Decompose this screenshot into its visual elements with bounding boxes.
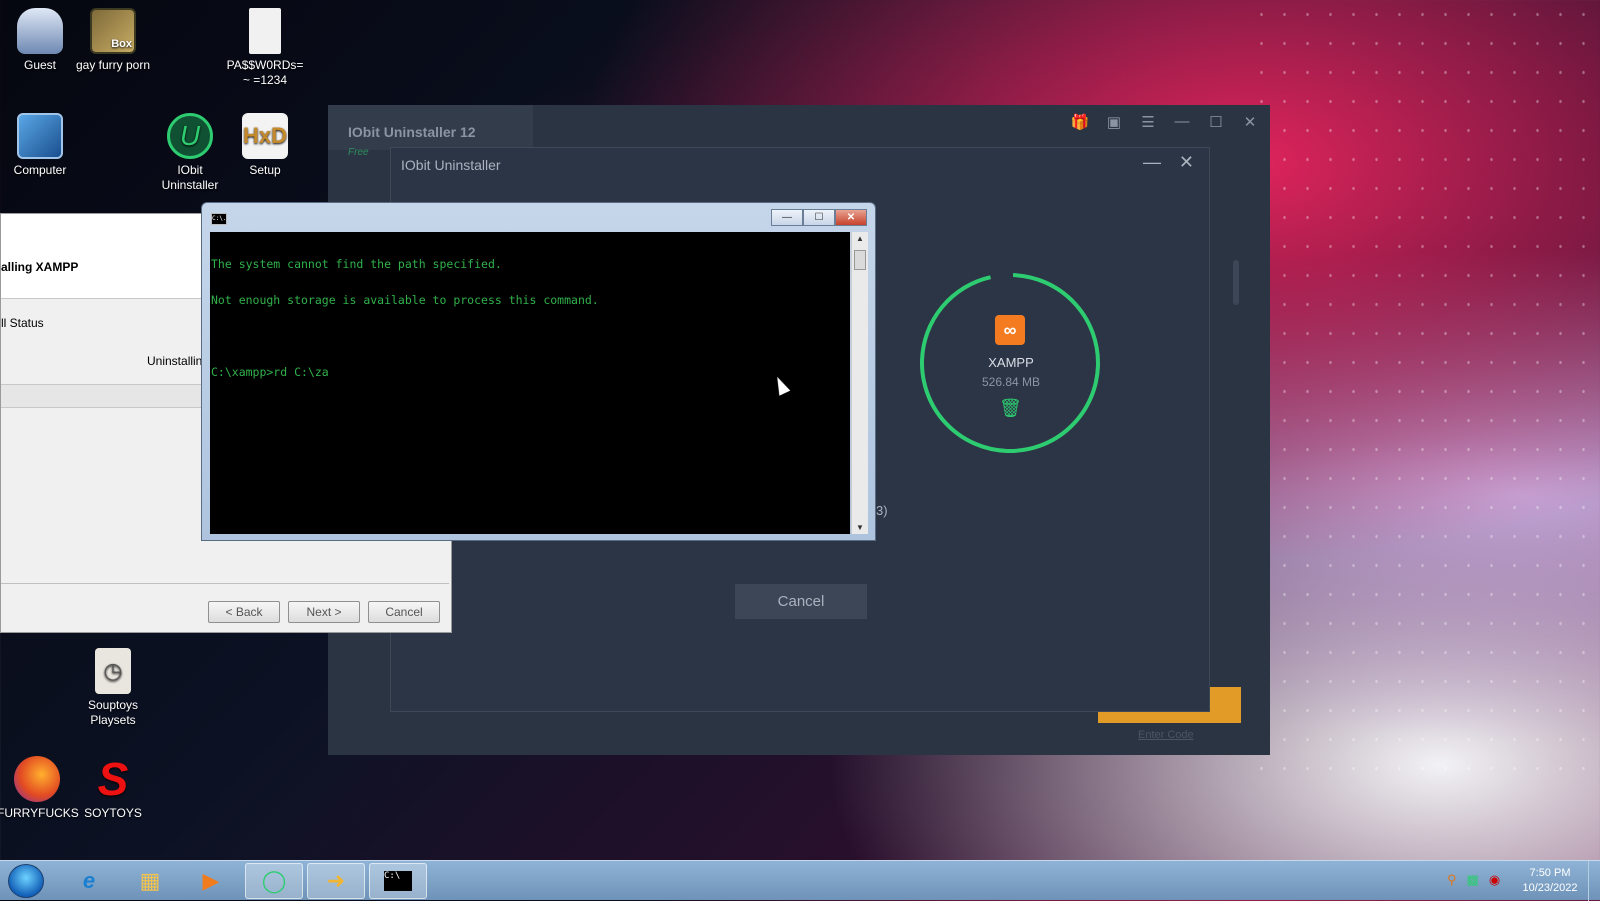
divider	[1, 583, 449, 584]
desktop-icon-label: SOYTOYS	[84, 806, 142, 820]
folder-icon[interactable]: ▦	[121, 863, 179, 899]
vertical-scrollbar[interactable]: ▲ ▼	[851, 232, 868, 534]
edition-label: Free	[348, 147, 369, 158]
desktop-icon-soytoys[interactable]: S SOYTOYS	[73, 756, 153, 821]
cancel-button[interactable]: Cancel	[368, 601, 440, 623]
desktop-icon-passwords[interactable]: PA$$W0RDs= ~ =1234	[225, 8, 305, 88]
minimize-icon[interactable]: —	[1143, 152, 1161, 173]
window-controls: — ☐ ✕	[771, 209, 867, 226]
desktop-icon-label: Souptoys Playsets	[87, 698, 139, 727]
command-prompt-window: C:\. — ☐ ✕ The system cannot find the pa…	[201, 202, 876, 541]
wallpaper-sparkles	[1250, 0, 1600, 780]
minimize-icon[interactable]: —	[771, 209, 803, 226]
close-icon[interactable]: ✕	[1240, 113, 1260, 131]
desktop-icon-label: IObit Uninstaller	[161, 163, 219, 192]
text-file-icon	[249, 8, 281, 54]
show-desktop-button[interactable]	[1588, 861, 1600, 901]
soytoys-icon: S	[97, 753, 129, 805]
media-player-icon[interactable]: ▶	[182, 863, 240, 899]
app-name: XAMPP	[988, 355, 1034, 370]
desktop-icon-setup[interactable]: HxD Setup	[225, 113, 305, 178]
box-badge: Box	[111, 38, 132, 50]
cmd-icon: C:\.	[211, 213, 227, 225]
desktop-icon-computer[interactable]: Computer	[0, 113, 80, 178]
maximize-icon[interactable]: ☐	[803, 209, 835, 226]
clock-date: 10/23/2022	[1522, 882, 1578, 894]
desktop-icon-iobit[interactable]: U IObit Uninstaller	[150, 113, 230, 193]
box-game-icon: Box	[90, 8, 136, 54]
back-button[interactable]: < Back	[208, 601, 280, 623]
console-line: The system cannot find the path specifie…	[211, 257, 502, 271]
desktop-icon-label: Setup	[249, 163, 281, 177]
hxd-icon: HxD	[242, 113, 288, 159]
desktop-icon-furryfucks[interactable]: FURRYFUCKS	[0, 756, 79, 821]
start-orb-icon[interactable]	[8, 864, 44, 898]
app-title: IObit Uninstaller 12	[348, 124, 476, 140]
desktop-icon-guest[interactable]: Guest	[0, 8, 80, 73]
menu-icon[interactable]: ☰	[1138, 113, 1158, 131]
scroll-up-icon[interactable]: ▲	[856, 234, 864, 243]
desktop-icon-souptoys[interactable]: ◷ Souptoys Playsets	[73, 648, 153, 728]
desktop-icon-label: PA$$W0RDs= ~ =1234	[226, 58, 304, 87]
maximize-icon[interactable]: ☐	[1206, 113, 1226, 131]
trash-icon: 🗑	[999, 398, 1022, 418]
internet-explorer-icon[interactable]: e	[60, 863, 118, 899]
computer-icon	[17, 113, 63, 159]
security-icon[interactable]: ◉	[1489, 872, 1500, 888]
arrow-app-icon[interactable]: ➜	[307, 863, 365, 899]
taskbar: e ▦ ▶ ◯ ➜ C:\ ⚲ ▩ ◉ 7:50 PM 10/23/2022	[0, 860, 1600, 901]
installer-heading: alling XAMPP	[1, 260, 79, 274]
desktop-icon-label: gay furry porn	[75, 58, 151, 72]
console-line: C:\xampp>rd C:\za	[211, 365, 329, 379]
cmd-taskbar-button[interactable]: C:\	[369, 863, 427, 899]
briefcase-icon[interactable]: ▣	[1104, 113, 1124, 131]
progress-text: Uninstallin	[147, 354, 203, 368]
minimize-icon[interactable]: —	[1172, 113, 1192, 131]
window-toolbar: 🎁 ▣ ☰ — ☐ ✕	[1070, 113, 1260, 131]
dialog-title: IObit Uninstaller	[401, 157, 501, 173]
close-icon[interactable]: ✕	[835, 209, 867, 226]
user-icon	[17, 8, 63, 54]
gift-icon[interactable]: 🎁	[1070, 113, 1090, 131]
cmd-icon: C:\	[384, 871, 412, 891]
scrollbar[interactable]	[1233, 260, 1239, 305]
app-size: 526.84 MB	[981, 375, 1041, 389]
close-icon[interactable]: ✕	[1179, 152, 1194, 173]
clock-time: 7:50 PM	[1529, 867, 1571, 879]
stray-text: 3)	[876, 503, 888, 518]
console-output[interactable]: The system cannot find the path specifie…	[210, 232, 850, 534]
enter-code-link[interactable]: Enter Code	[1138, 729, 1194, 741]
scroll-down-icon[interactable]: ▼	[856, 523, 864, 532]
cancel-button[interactable]: Cancel	[735, 584, 867, 619]
next-button[interactable]: Next >	[288, 601, 360, 623]
clock[interactable]: 7:50 PM 10/23/2022	[1510, 866, 1590, 896]
console-line: Not enough storage is available to proce…	[211, 293, 599, 307]
desktop-icon-gay-furry-porn[interactable]: Box gay furry porn	[73, 8, 153, 73]
network-icon[interactable]: ▩	[1467, 872, 1479, 888]
iobit-icon[interactable]: ◯	[245, 863, 303, 899]
desktop-icon-label: Computer	[13, 163, 67, 177]
desktop-icon-label: Guest	[23, 58, 56, 72]
firefox-icon	[14, 756, 60, 802]
desktop-icon-label: FURRYFUCKS	[0, 806, 79, 820]
souptoys-icon: ◷	[95, 648, 131, 694]
iobit-icon: U	[167, 113, 213, 159]
system-tray: ⚲ ▩ ◉	[1447, 872, 1500, 888]
scroll-thumb[interactable]	[854, 250, 866, 270]
status-label: ll Status	[1, 316, 44, 330]
xampp-icon: ∞	[995, 315, 1025, 345]
search-icon[interactable]: ⚲	[1447, 872, 1457, 888]
